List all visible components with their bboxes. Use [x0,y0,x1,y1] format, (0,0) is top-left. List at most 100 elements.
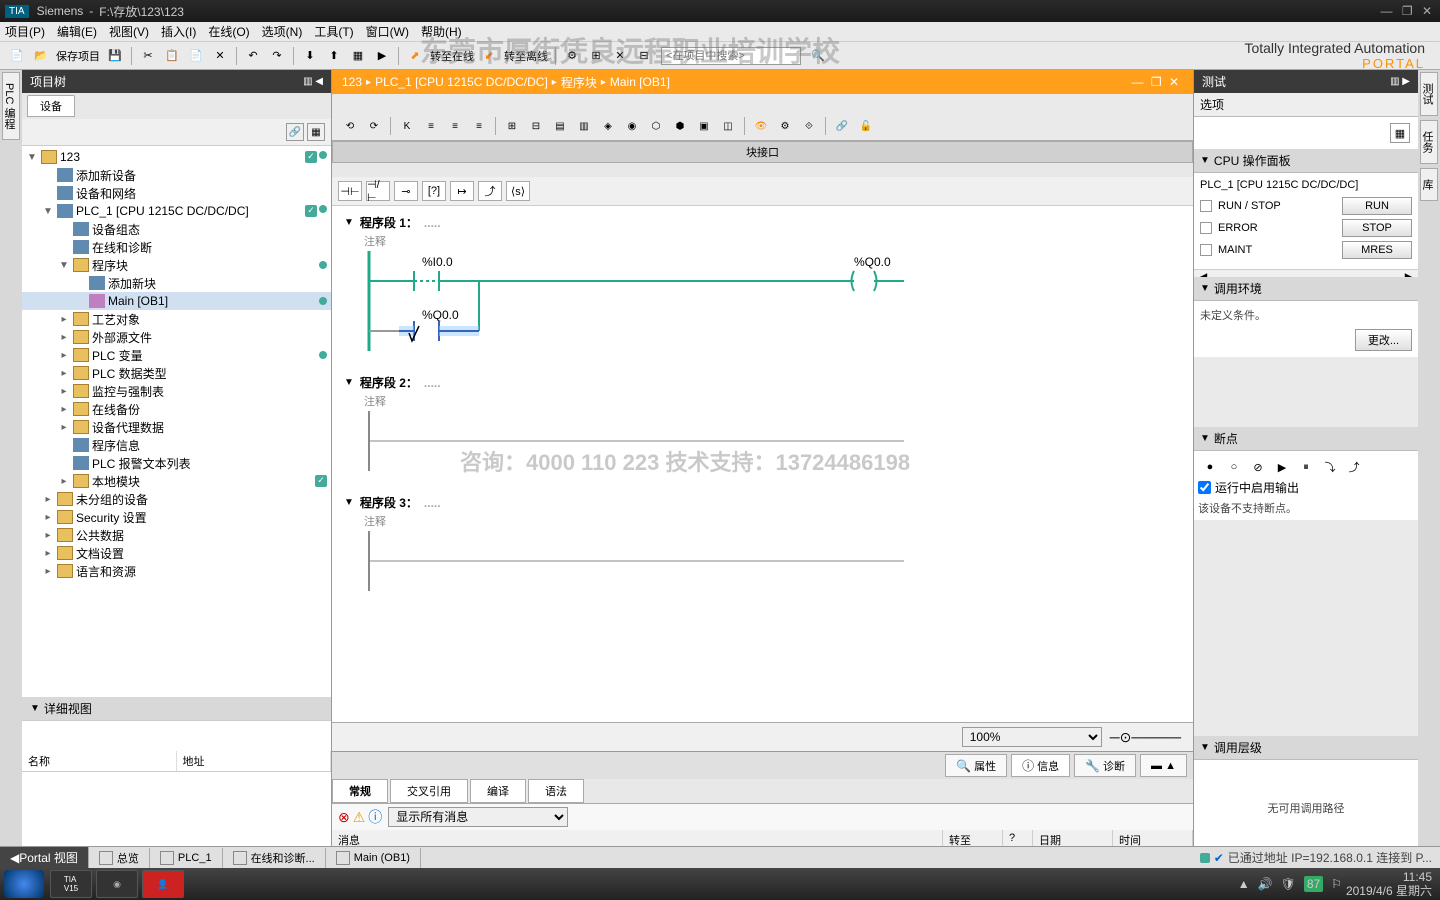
tree-item[interactable]: 设备和网络 [22,184,331,202]
inspector-collapse[interactable]: ▬ ▲ [1140,754,1187,777]
tree-item[interactable]: Main [OB1] [22,292,331,310]
tree-item[interactable]: ▸工艺对象 [22,310,331,328]
tree-item[interactable]: ▸外部源文件 [22,328,331,346]
open-icon[interactable]: 📂 [31,46,51,66]
tree-item[interactable]: ▸PLC 数据类型 [22,364,331,382]
lad-instruction-button[interactable]: [?] [422,181,446,201]
ed-icon[interactable]: ⊟ [526,116,546,136]
tray-clock[interactable]: 11:45 2019/4/6 星期六 [1346,870,1432,899]
lad-instruction-button[interactable]: ⊣⊢ [338,181,362,201]
copy-icon[interactable]: 📋 [162,46,182,66]
go-offline-icon[interactable]: ⬋ [479,46,499,66]
task-item[interactable]: TIAV15 [50,870,92,898]
ed-icon[interactable]: ≡ [469,116,489,136]
win-icon[interactable]: ❐ [1151,75,1162,89]
collapse-icon[interactable]: ▥ ◀ [303,76,323,87]
breadcrumb-item[interactable]: PLC_1 [CPU 1215C DC/DC/DC] [375,75,548,89]
breadcrumb-item[interactable]: 123 [342,75,362,89]
start-button[interactable] [4,870,44,898]
tb-icon-3[interactable]: ✕ [610,46,630,66]
tree-item[interactable]: ▸未分组的设备 [22,490,331,508]
footer-tab[interactable]: Main (OB1) [326,848,421,868]
tb-icon-1[interactable]: ⚙ [562,46,582,66]
call-hier-header[interactable]: 调用层级 [1214,739,1262,756]
right-edge-tab[interactable]: 测试 [1420,72,1438,116]
tree-item[interactable]: ▸公共数据 [22,526,331,544]
ed-icon[interactable]: ⟲ [340,116,360,136]
cpu-button[interactable]: RUN [1342,197,1412,215]
bp-icon[interactable]: ▶ [1272,457,1292,477]
ed-icon[interactable]: ◈ [598,116,618,136]
ed-icon[interactable]: ⟳ [364,116,384,136]
menu-item[interactable]: 窗口(W) [366,23,409,40]
ed-icon[interactable]: 🔗 [832,116,852,136]
ed-icon[interactable]: ⚙ [775,116,795,136]
ed-icon[interactable]: ◉ [622,116,642,136]
menu-item[interactable]: 插入(I) [161,23,196,40]
ed-icon[interactable]: ◫ [718,116,738,136]
tree-item[interactable]: ▸语言和资源 [22,562,331,580]
tree-item[interactable]: ▼123✓ [22,148,331,166]
tree-item[interactable]: 添加新设备 [22,166,331,184]
devices-tab[interactable]: 设备 [27,95,75,117]
bp-icon[interactable]: ⤵ [1320,457,1340,477]
menu-item[interactable]: 在线(O) [208,23,249,40]
inspector-subtab[interactable]: 常规 [332,779,388,803]
sim-icon[interactable]: ▦ [348,46,368,66]
task-item[interactable]: ◉ [96,870,138,898]
ed-icon[interactable]: ⬢ [670,116,690,136]
go-online-button[interactable]: 转至在线 [430,48,474,64]
breadcrumb-item[interactable]: 程序块 [561,74,597,91]
tree-item[interactable]: ▸设备代理数据 [22,418,331,436]
cpu-panel-header[interactable]: CPU 操作面板 [1214,152,1291,169]
change-button[interactable]: 更改... [1355,329,1412,351]
delete-icon[interactable]: ✕ [210,46,230,66]
tree-item[interactable]: PLC 报警文本列表 [22,454,331,472]
redo-icon[interactable]: ↷ [267,46,287,66]
block-interface-header[interactable]: 块接口 [332,141,1193,163]
ed-icon[interactable]: 🔓 [856,116,876,136]
minimize-icon[interactable]: — [1380,4,1392,18]
right-edge-tab[interactable]: 任务 [1420,120,1438,164]
bp-icon[interactable]: ⊘ [1248,457,1268,477]
inspector-subtab[interactable]: 编译 [470,779,526,803]
menu-item[interactable]: 项目(P) [5,23,45,40]
ed-icon[interactable]: K [397,116,417,136]
options-icon[interactable]: ▦ [1390,123,1410,143]
bp-icon[interactable]: ● [1200,457,1220,477]
lad-instruction-button[interactable]: ⟨s⟩ [506,181,530,201]
breadcrumb-item[interactable]: Main [OB1] [610,75,670,89]
breakpoint-header[interactable]: 断点 [1214,430,1238,447]
right-edge-tab[interactable]: 库 [1420,168,1438,201]
tree-item[interactable]: ▸Security 设置 [22,508,331,526]
tree-item[interactable]: ▸在线备份 [22,400,331,418]
network-comment[interactable]: 注释 [364,231,1181,251]
ed-icon[interactable]: ⊞ [502,116,522,136]
portal-view-button[interactable]: ◀ [10,851,19,865]
footer-tab[interactable]: 总览 [89,848,150,868]
lad-instruction-button[interactable]: ↦ [450,181,474,201]
win-icon[interactable]: — [1131,75,1143,89]
bp-icon[interactable]: ○ [1224,457,1244,477]
info-icon[interactable]: ⓘ [368,807,382,827]
footer-tab[interactable]: 在线和诊断... [223,848,326,868]
bp-icon[interactable]: ⏸ [1296,457,1316,477]
project-tree[interactable]: ▼123✓添加新设备设备和网络▼PLC_1 [CPU 1215C DC/DC/D… [22,146,331,697]
call-env-header[interactable]: 调用环境 [1214,280,1262,297]
zoom-select[interactable]: 100% [962,727,1102,747]
menu-item[interactable]: 帮助(H) [421,23,462,40]
tray-icon[interactable]: ▲ [1238,877,1250,891]
column-header[interactable]: 名称 [22,751,177,771]
menu-item[interactable]: 视图(V) [109,23,149,40]
footer-tab[interactable]: PLC_1 [150,848,223,868]
lad-instruction-button[interactable]: ⊸ [394,181,418,201]
tree-item[interactable]: ▼程序块 [22,256,331,274]
tree-item[interactable]: 设备组态 [22,220,331,238]
maximize-icon[interactable]: ❐ [1402,4,1413,18]
tree-item[interactable]: ▸本地模块✓ [22,472,331,490]
bp-icon[interactable]: ⤴ [1344,457,1364,477]
menu-item[interactable]: 选项(N) [262,23,303,40]
tree-item[interactable]: 添加新块 [22,274,331,292]
left-edge-tab[interactable]: PLC 编程 [2,72,20,140]
monitor-icon[interactable]: 👁 [751,116,771,136]
